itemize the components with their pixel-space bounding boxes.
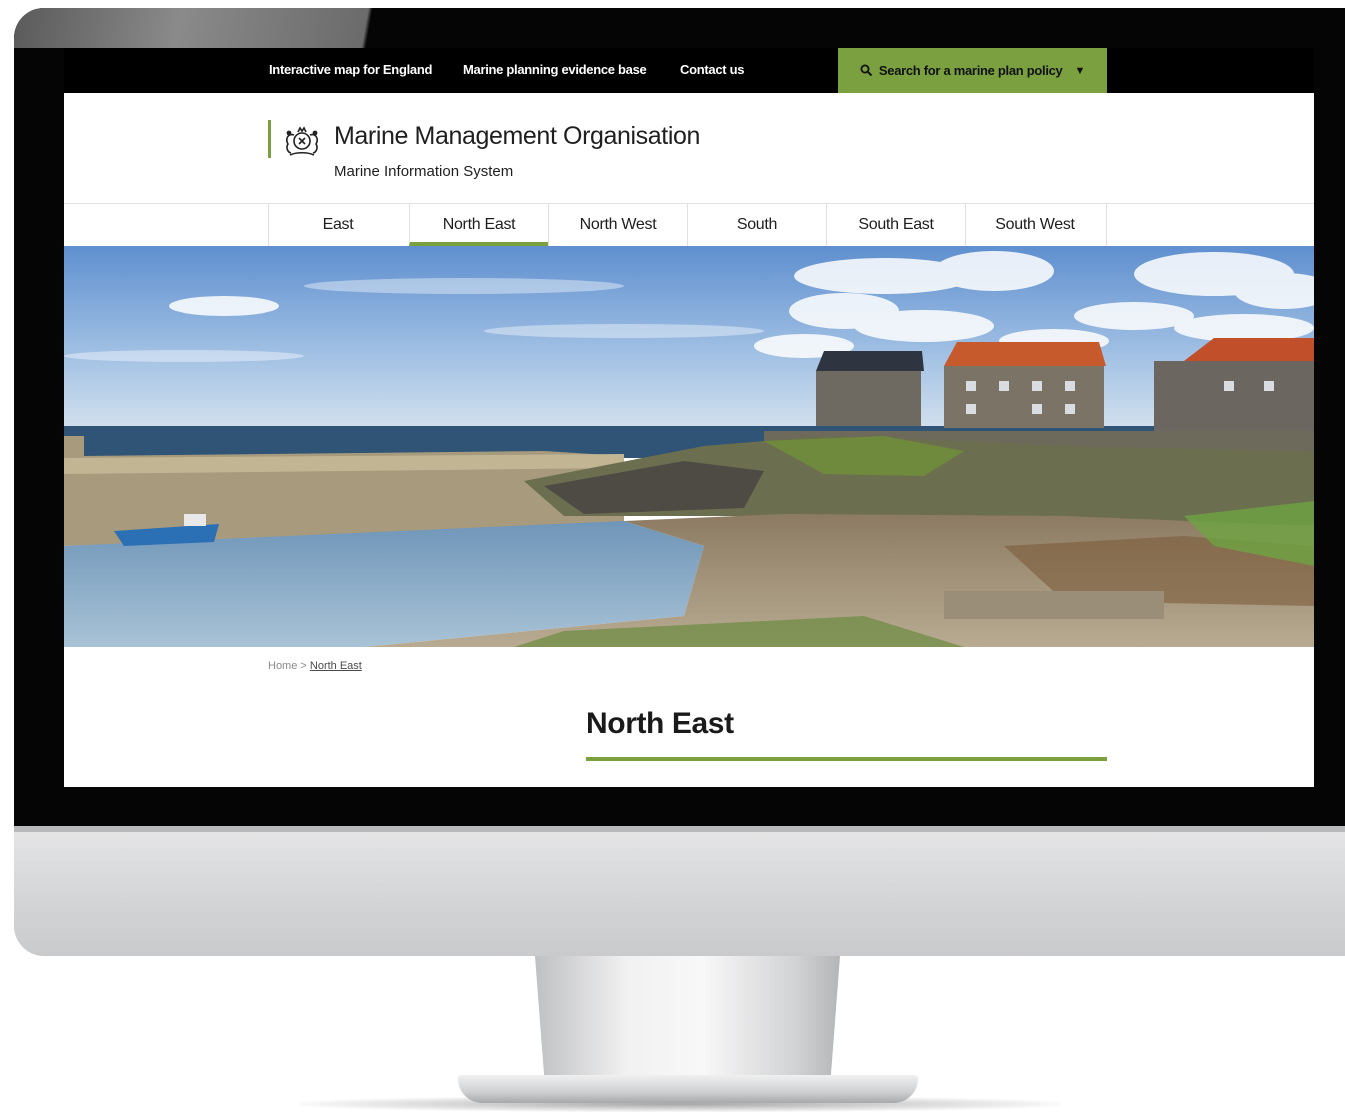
site-header: Marine Management Organisation Marine In… xyxy=(64,93,1314,203)
bezel-glare xyxy=(14,8,424,48)
nav-divider xyxy=(1106,204,1107,246)
org-name[interactable]: Marine Management Organisation xyxy=(334,122,700,151)
triangle-down-icon: ▼ xyxy=(1074,64,1086,77)
utility-bar: Interactive map for England Marine plann… xyxy=(64,48,1314,93)
policy-search-dropdown[interactable]: Search for a marine plan policy ▼ xyxy=(838,48,1107,93)
royal-crest-icon[interactable] xyxy=(278,119,326,159)
screen: Interactive map for England Marine plann… xyxy=(64,48,1314,787)
region-nav: East North East North West South South E… xyxy=(64,203,1314,246)
breadcrumb: Home > North East xyxy=(268,660,362,672)
breadcrumb-home[interactable]: Home xyxy=(268,660,297,672)
nav-item-east[interactable]: East xyxy=(268,204,407,246)
title-underline xyxy=(586,757,1107,761)
nav-item-south-east[interactable]: South East xyxy=(826,204,965,246)
search-label: Search for a marine plan policy xyxy=(878,63,1063,78)
logo-accent-rule xyxy=(268,120,271,158)
nav-item-south[interactable]: South xyxy=(687,204,826,246)
nav-item-north-west[interactable]: North West xyxy=(548,204,687,246)
breadcrumb-current[interactable]: North East xyxy=(310,660,362,672)
monitor-stand-base xyxy=(458,1075,918,1103)
monitor-chin xyxy=(14,826,1345,956)
monitor-stand-neck xyxy=(535,956,840,1076)
breadcrumb-separator: > xyxy=(300,660,310,672)
utility-link-contact-us[interactable]: Contact us xyxy=(680,62,744,77)
utility-link-interactive-map[interactable]: Interactive map for England xyxy=(269,62,432,77)
nav-item-south-west[interactable]: South West xyxy=(965,204,1104,246)
page-title: North East xyxy=(586,707,734,740)
nav-item-north-east[interactable]: North East xyxy=(409,204,548,246)
hero-image xyxy=(64,246,1314,647)
magnifier-icon xyxy=(860,64,873,77)
utility-link-evidence-base[interactable]: Marine planning evidence base xyxy=(463,62,647,77)
site-subtitle: Marine Information System xyxy=(334,163,514,180)
